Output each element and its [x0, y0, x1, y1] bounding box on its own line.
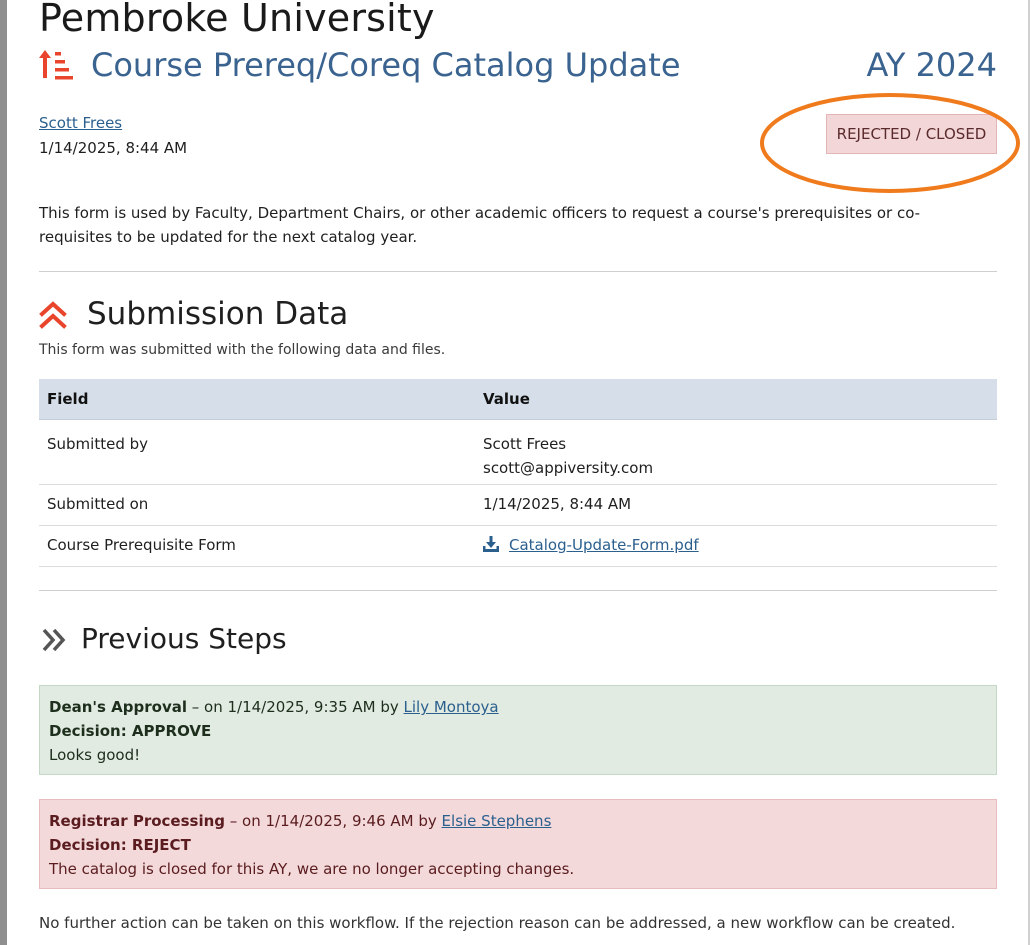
- step-name: Dean's Approval: [49, 698, 187, 716]
- submission-data-heading: Submission Data: [87, 296, 349, 332]
- table-row: Course Prerequisite Form Catalog-Update-…: [39, 525, 997, 567]
- file-download-link[interactable]: Catalog-Update-Form.pdf: [509, 536, 699, 554]
- university-name: Pembroke University: [39, 0, 435, 40]
- value-cell: Catalog-Update-Form.pdf: [475, 525, 997, 567]
- academic-year: AY 2024: [866, 46, 997, 84]
- submitter-link[interactable]: Scott Frees: [39, 114, 122, 132]
- column-header-field: Field: [39, 379, 475, 420]
- step-header: Dean's Approval – on 1/14/2025, 9:35 AM …: [49, 695, 987, 719]
- column-header-value: Value: [475, 379, 997, 420]
- step-name: Registrar Processing: [49, 812, 226, 830]
- submission-table: Field Value Submitted by Scott Frees sco…: [39, 379, 997, 567]
- divider: [39, 590, 997, 591]
- course-title: Course Prereq/Coreq Catalog Update: [91, 46, 681, 84]
- table-row: Submitted by Scott Frees scott@appiversi…: [39, 419, 997, 485]
- window-edge: [0, 0, 7, 945]
- table-row: Submitted on 1/14/2025, 8:44 AM: [39, 484, 997, 526]
- field-cell: Submitted by: [39, 419, 475, 485]
- download-icon[interactable]: [483, 535, 499, 552]
- field-cell: Course Prerequisite Form: [39, 525, 475, 567]
- table-header-row: Field Value: [39, 379, 997, 420]
- step-actor-link[interactable]: Lily Montoya: [404, 698, 499, 716]
- step-meta: – on 1/14/2025, 9:46 AM by: [225, 812, 442, 830]
- step-card-approve: Dean's Approval – on 1/14/2025, 9:35 AM …: [39, 685, 997, 775]
- step-decision: Decision: REJECT: [49, 836, 191, 854]
- divider: [39, 271, 997, 272]
- step-actor-link[interactable]: Elsie Stephens: [442, 812, 552, 830]
- title-row: Course Prereq/Coreq Catalog Update AY 20…: [39, 44, 997, 90]
- form-description: This form is used by Faculty, Department…: [39, 204, 921, 246]
- submission-data-subtitle: This form was submitted with the followi…: [39, 342, 446, 358]
- value-cell: Scott Frees scott@appiversity.com: [475, 419, 997, 485]
- workflow-footer-note: No further action can be taken on this w…: [39, 914, 956, 932]
- sort-ascending-icon: [39, 50, 73, 80]
- double-chevron-up-icon: [39, 301, 67, 329]
- submitted-date: 1/14/2025, 8:44 AM: [39, 139, 188, 157]
- status-highlight-circle: [760, 93, 1020, 193]
- value-cell: 1/14/2025, 8:44 AM: [475, 484, 997, 526]
- step-decision: Decision: APPROVE: [49, 722, 212, 740]
- step-comment: Looks good!: [49, 746, 141, 764]
- step-comment: The catalog is closed for this AY, we ar…: [49, 860, 575, 878]
- step-card-reject: Registrar Processing – on 1/14/2025, 9:4…: [39, 799, 997, 889]
- step-meta: – on 1/14/2025, 9:35 AM by: [187, 698, 404, 716]
- previous-steps-heading: Previous Steps: [81, 622, 287, 655]
- submitter-name-value: Scott Frees: [483, 434, 567, 453]
- step-header: Registrar Processing – on 1/14/2025, 9:4…: [49, 809, 987, 833]
- submitter-email-value: scott@appiversity.com: [483, 458, 654, 477]
- double-chevron-right-icon: [42, 628, 66, 652]
- field-cell: Submitted on: [39, 484, 475, 526]
